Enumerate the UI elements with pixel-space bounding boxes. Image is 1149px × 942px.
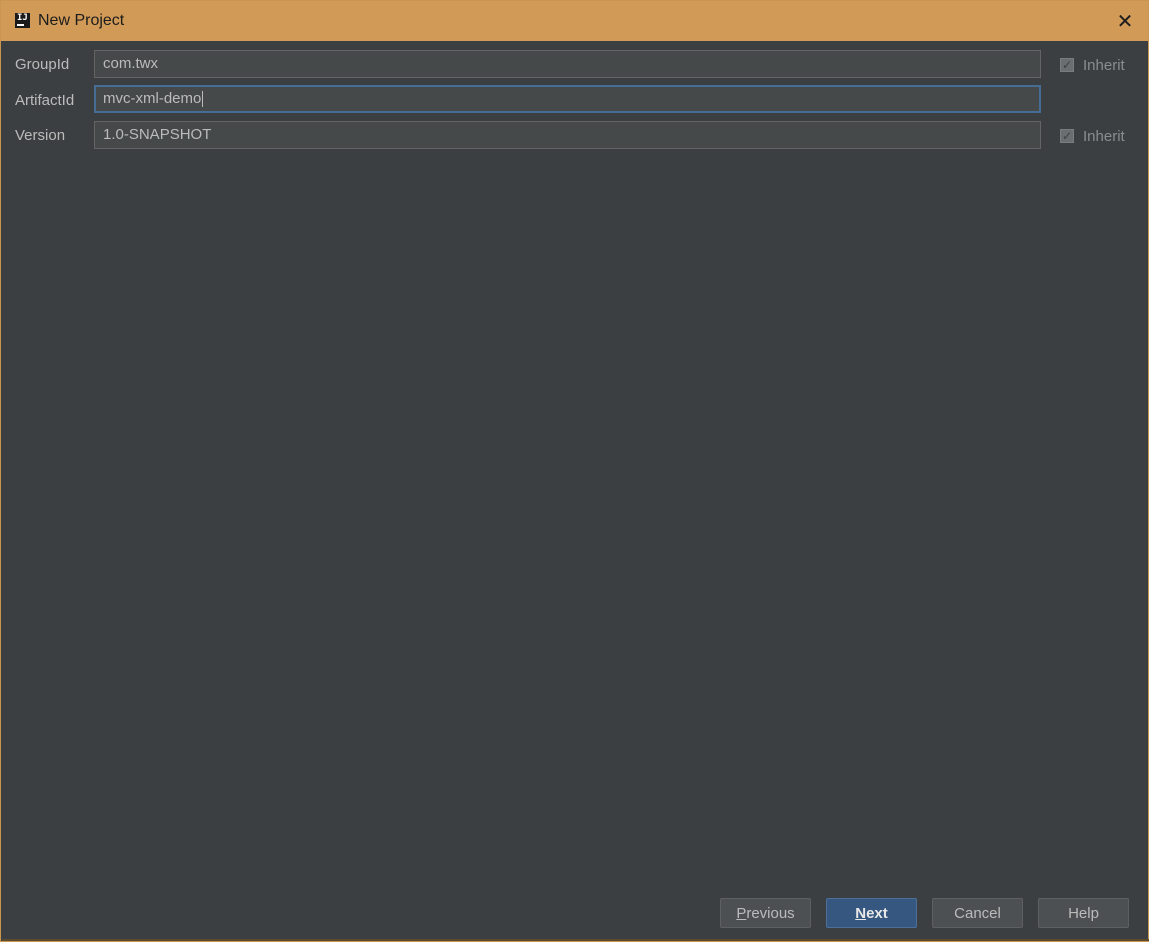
title-bar: IJ New Project ✕ (1, 1, 1148, 41)
next-label: ext (866, 904, 888, 922)
version-input[interactable]: 1.0-SNAPSHOT (94, 121, 1041, 149)
checkmark-icon: ✓ (1061, 129, 1073, 143)
help-button[interactable]: Help (1038, 898, 1129, 928)
version-inherit[interactable]: ✓ Inherit (1060, 126, 1125, 146)
artifact-id-label: ArtifactId (15, 92, 75, 109)
artifact-id-row: ArtifactId mvc-xml-demo (1, 85, 1148, 115)
new-project-dialog: IJ New Project ✕ GroupId com.twx ✓ Inher… (0, 0, 1149, 942)
artifact-id-input[interactable]: mvc-xml-demo (94, 85, 1041, 113)
group-id-inherit-label: Inherit (1083, 56, 1125, 74)
group-id-inherit[interactable]: ✓ Inherit (1060, 55, 1125, 75)
version-inherit-label: Inherit (1083, 127, 1125, 145)
intellij-icon: IJ (15, 13, 30, 28)
next-button[interactable]: Next (826, 898, 917, 928)
group-id-inherit-checkbox[interactable]: ✓ (1060, 58, 1074, 72)
group-id-row: GroupId com.twx ✓ Inherit (1, 50, 1148, 80)
group-id-label: GroupId (15, 56, 70, 73)
version-value: 1.0-SNAPSHOT (103, 126, 212, 143)
group-id-value: com.twx (103, 55, 159, 72)
version-row: Version 1.0-SNAPSHOT ✓ Inherit (1, 121, 1148, 151)
cancel-label: Cancel (954, 904, 1001, 922)
version-inherit-checkbox[interactable]: ✓ (1060, 129, 1074, 143)
text-caret (202, 91, 204, 108)
window-title: New Project (38, 12, 125, 29)
previous-label: revious (746, 904, 795, 922)
previous-button[interactable]: Previous (720, 898, 811, 928)
close-button[interactable]: ✕ (1110, 7, 1140, 35)
app-icon-bar (17, 24, 24, 26)
background-strip (2, 939, 1149, 941)
help-label: Help (1068, 904, 1099, 922)
version-label: Version (15, 127, 66, 144)
app-icon-text: IJ (17, 13, 28, 23)
previous-mnemonic: P (736, 904, 747, 922)
checkmark-icon: ✓ (1061, 58, 1073, 72)
artifact-id-value: mvc-xml-demo (103, 90, 202, 107)
group-id-input[interactable]: com.twx (94, 50, 1041, 78)
close-icon: ✕ (1116, 10, 1134, 33)
next-mnemonic: N (855, 904, 867, 922)
cancel-button[interactable]: Cancel (932, 898, 1023, 928)
